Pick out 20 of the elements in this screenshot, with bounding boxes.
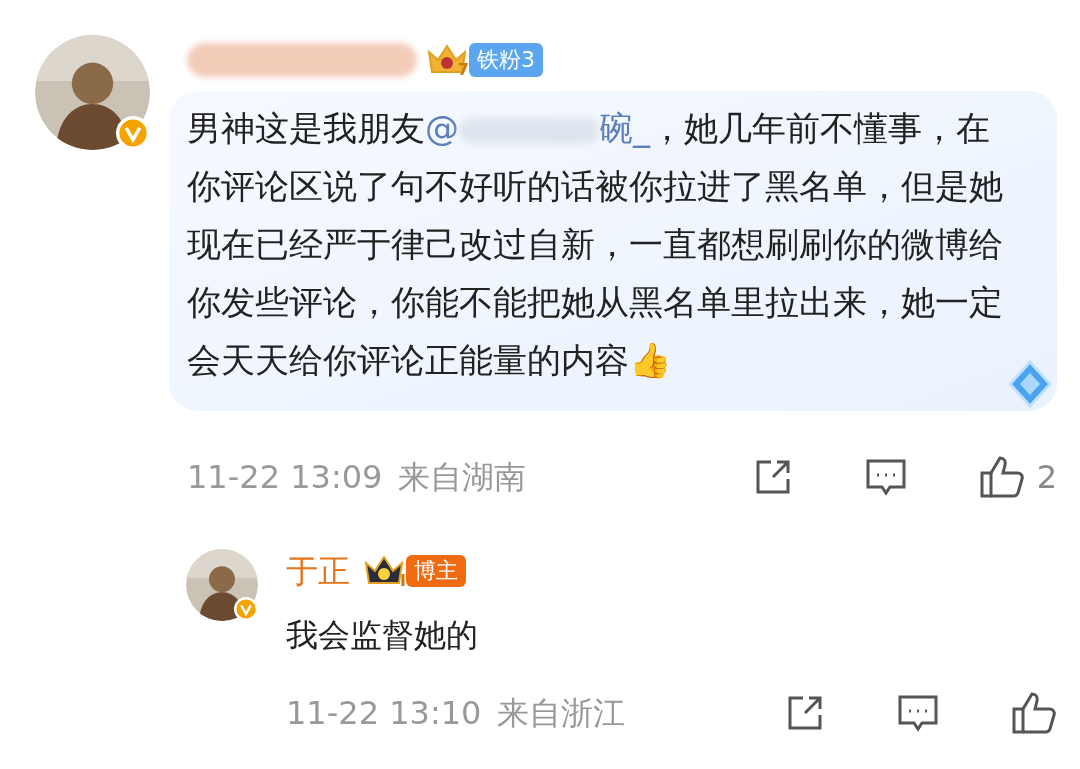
reply-text: 我会监督她的 [286,615,479,656]
fan-badge: 铁粉3 [469,43,543,77]
reply-author[interactable]: 于正 [286,547,350,595]
diamond-icon [1005,359,1055,409]
like-count: 2 [1036,457,1057,498]
comment-time: 11-22 13:09 [187,457,383,498]
blogger-badge: 博主 [406,555,466,587]
verified-badge-icon [116,116,150,150]
comment-location: 来自湖南 [398,457,527,498]
thumbs-up-icon[interactable] [1011,691,1057,735]
comment-time: 11-22 13:10 [286,693,482,734]
comment-text: 男神这是我朋友@ 碗_，她几年前不懂事，在你评论区说了句不好听的话被你拉进了黑名单，但是她现在已经严于律己改过自新，一直都想刷刷你的微博给你发些评论，你能不能把她从黑名单里拉出来，她一定会天天给你评论正能量的内容👍 [187,107,1004,382]
comment-icon[interactable] [864,457,907,497]
verified-badge-icon [234,597,258,621]
comment-icon[interactable] [897,693,939,733]
mention-link[interactable]: @ 碗_ [425,108,650,148]
thumbs-up-icon[interactable] [978,455,1025,499]
comment-location: 来自浙江 [497,693,626,734]
avatar[interactable] [35,35,150,150]
avatar[interactable] [186,549,258,621]
